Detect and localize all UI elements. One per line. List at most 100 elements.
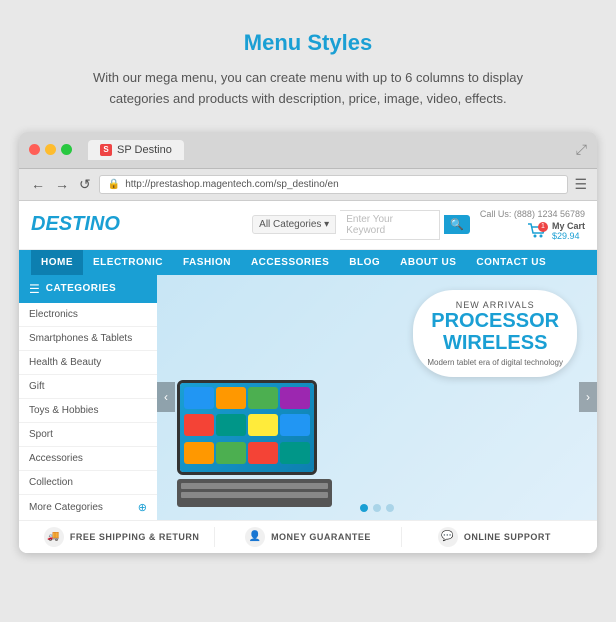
- shipping-icon: 🚚: [44, 527, 64, 547]
- search-button[interactable]: 🔍: [444, 215, 470, 234]
- tab-favicon: S: [100, 144, 112, 156]
- cart-badge: 1: [538, 222, 548, 232]
- footer-item-guarantee: 👤 MONEY GUARANTEE: [215, 527, 400, 547]
- search-input[interactable]: Enter Your Keyword: [340, 210, 440, 240]
- tablet-app-10: [216, 442, 246, 464]
- site-main: ☰ CATEGORIES Electronics Smartphones & T…: [19, 275, 597, 520]
- tablet-app-3: [248, 387, 278, 409]
- address-bar[interactable]: 🔒 http://prestashop.magentech.com/sp_des…: [99, 175, 569, 194]
- sidebar-header-text: CATEGORIES: [46, 283, 116, 294]
- tablet-app-1: [184, 387, 214, 409]
- footer-support-text: ONLINE SUPPORT: [464, 532, 551, 542]
- tablet-app-9: [184, 442, 214, 464]
- hero-dot-1[interactable]: [360, 504, 368, 512]
- tablet-app-4: [280, 387, 310, 409]
- search-placeholder: Enter Your Keyword: [346, 214, 393, 236]
- hero-dot-3[interactable]: [386, 504, 394, 512]
- tablet-app-7: [248, 414, 278, 436]
- hero-title-line2: WIRELESS: [443, 332, 547, 354]
- site-logo: DESTINO: [31, 213, 120, 236]
- sidebar-item-toys[interactable]: Toys & Hobbies: [19, 399, 157, 423]
- nav-item-contact[interactable]: CONTACT US: [466, 250, 556, 275]
- tablet-app-5: [184, 414, 214, 436]
- nav-item-accessories[interactable]: ACCESSORIES: [241, 250, 339, 275]
- sidebar: ☰ CATEGORIES Electronics Smartphones & T…: [19, 275, 157, 520]
- cart-label: My Cart: [552, 221, 585, 231]
- back-button[interactable]: ←: [29, 176, 47, 192]
- guarantee-icon: 👤: [245, 527, 265, 547]
- tab-title: SP Destino: [117, 144, 172, 156]
- cart-icon: 1: [526, 222, 548, 240]
- hero-dot-2[interactable]: [373, 504, 381, 512]
- hero-title: PROCESSOR WIRELESS: [427, 310, 563, 354]
- browser-addressbar: ← → ↺ 🔒 http://prestashop.magentech.com/…: [19, 169, 597, 201]
- sidebar-more-button[interactable]: More Categories ⊕: [19, 495, 157, 520]
- sidebar-item-smartphones[interactable]: Smartphones & Tablets: [19, 327, 157, 351]
- address-text: http://prestashop.magentech.com/sp_desti…: [125, 179, 338, 190]
- heading-rest: Styles: [301, 30, 372, 55]
- sidebar-more-icon: ⊕: [138, 501, 147, 514]
- hero-text-container: NEW ARRIVALS PROCESSOR WIRELESS Modern t…: [427, 300, 563, 367]
- sidebar-item-gift[interactable]: Gift: [19, 375, 157, 399]
- tablet-keyboard: [177, 479, 332, 507]
- hero-area: ‹ ›: [157, 275, 597, 520]
- sidebar-item-sport[interactable]: Sport: [19, 423, 157, 447]
- refresh-button[interactable]: ↺: [77, 176, 93, 193]
- maximize-dot[interactable]: [61, 144, 72, 155]
- tablet-screen: [180, 383, 314, 472]
- sidebar-item-electronics[interactable]: Electronics: [19, 303, 157, 327]
- header-right: Call Us: (888) 1234 56789 1 My Cart $29.…: [480, 209, 585, 241]
- site-content: DESTINO All Categories ▾ Enter Your Keyw…: [19, 201, 597, 553]
- sidebar-item-health[interactable]: Health & Beauty: [19, 351, 157, 375]
- hero-dots: [360, 504, 394, 512]
- tablet-app-6: [216, 414, 246, 436]
- tablet-app-12: [280, 442, 310, 464]
- logo-text: DESTINO: [31, 213, 120, 235]
- support-icon: 💬: [438, 527, 458, 547]
- minimize-dot[interactable]: [45, 144, 56, 155]
- close-dot[interactable]: [29, 144, 40, 155]
- page-subtext: With our mega menu, you can create menu …: [68, 68, 548, 110]
- tablet-app-8: [280, 414, 310, 436]
- cart-amount: $29.94: [552, 231, 585, 241]
- forward-button[interactable]: →: [53, 176, 71, 192]
- sidebar-more-text: More Categories: [29, 502, 103, 513]
- browser-window: S SP Destino ⤢ ← → ↺ 🔒 http://prestashop…: [19, 132, 597, 553]
- site-footer-strip: 🚚 FREE SHIPPING & RETURN 👤 MONEY GUARANT…: [19, 520, 597, 553]
- cart-text: My Cart $29.94: [552, 221, 585, 241]
- hero-badge: NEW ARRIVALS: [427, 300, 563, 310]
- category-select[interactable]: All Categories ▾: [252, 215, 336, 234]
- footer-shipping-text: FREE SHIPPING & RETURN: [70, 532, 200, 542]
- sidebar-item-accessories[interactable]: Accessories: [19, 447, 157, 471]
- tablet-app-11: [248, 442, 278, 464]
- browser-tab[interactable]: S SP Destino: [88, 140, 184, 160]
- nav-item-home[interactable]: HOME: [31, 250, 83, 275]
- hero-title-line1: PROCESSOR: [431, 310, 559, 332]
- tablet-body: [177, 380, 317, 475]
- footer-guarantee-text: MONEY GUARANTEE: [271, 532, 371, 542]
- hero-next-button[interactable]: ›: [579, 382, 597, 412]
- nav-item-about[interactable]: ABOUT US: [390, 250, 466, 275]
- kb-row-2: [181, 492, 328, 498]
- call-info: Call Us: (888) 1234 56789: [480, 209, 585, 219]
- hero-tablet-illustration: [177, 380, 337, 500]
- nav-item-electronic[interactable]: ELECTRONIC: [83, 250, 173, 275]
- nav-item-fashion[interactable]: FASHION: [173, 250, 241, 275]
- cart-info[interactable]: 1 My Cart $29.94: [526, 221, 585, 241]
- lock-icon: 🔒: [108, 179, 120, 190]
- sidebar-item-collection[interactable]: Collection: [19, 471, 157, 495]
- kb-row-1: [181, 483, 328, 489]
- expand-icon[interactable]: ⤢: [576, 141, 587, 158]
- tablet-app-2: [216, 387, 246, 409]
- menu-icon: ☰: [29, 282, 40, 296]
- site-nav: HOME ELECTRONIC FASHION ACCESSORIES BLOG…: [19, 250, 597, 275]
- nav-item-blog[interactable]: BLOG: [339, 250, 390, 275]
- browser-titlebar: S SP Destino ⤢: [19, 132, 597, 169]
- search-area: All Categories ▾ Enter Your Keyword 🔍: [252, 210, 470, 240]
- footer-item-shipping: 🚚 FREE SHIPPING & RETURN: [29, 527, 214, 547]
- site-header: DESTINO All Categories ▾ Enter Your Keyw…: [19, 201, 597, 250]
- hero-prev-button[interactable]: ‹: [157, 382, 175, 412]
- browser-menu-icon[interactable]: ☰: [574, 176, 587, 193]
- page-heading: Menu Styles: [244, 30, 372, 56]
- browser-dots: [29, 144, 72, 155]
